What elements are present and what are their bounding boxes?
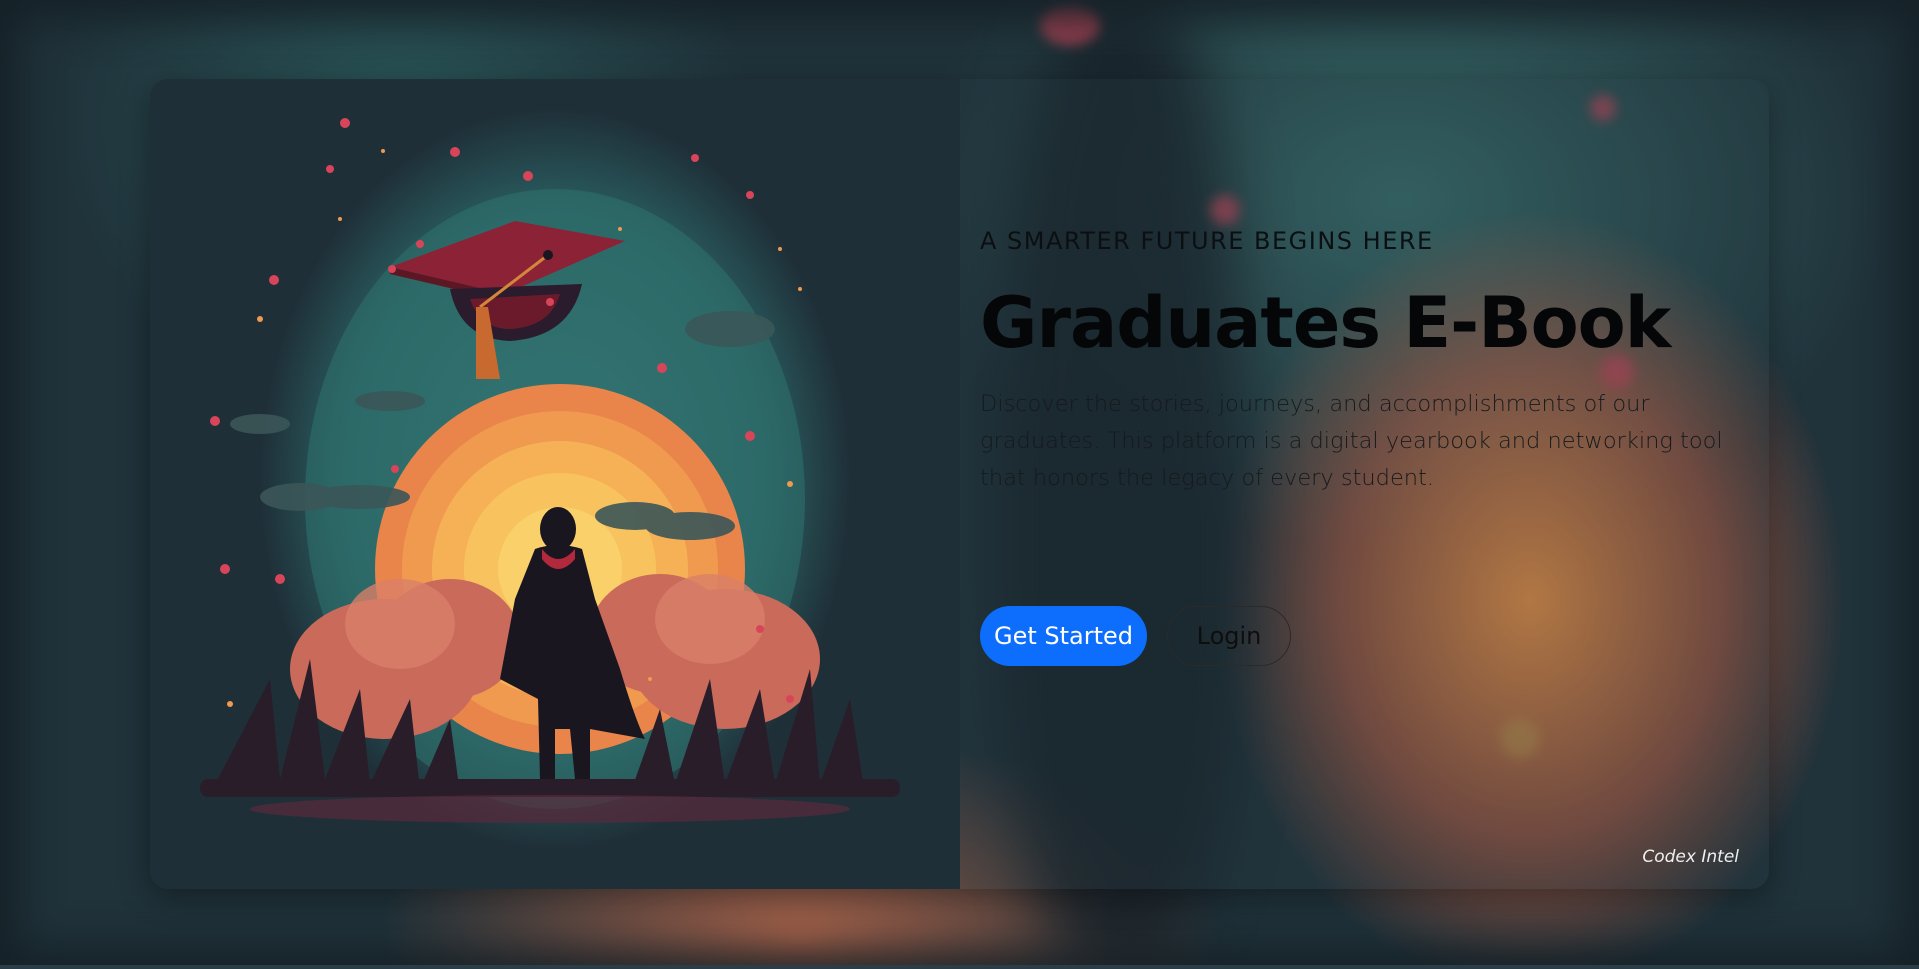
brand-label: Codex Intel: [1642, 847, 1739, 867]
illustration-panel: [150, 79, 960, 889]
hero-actions: Get Started Login: [980, 606, 1291, 666]
bottom-strip: [0, 965, 1919, 969]
get-started-button[interactable]: Get Started: [980, 606, 1147, 666]
login-button[interactable]: Login: [1167, 606, 1291, 666]
graduate-illustration: [200, 109, 900, 849]
hero-description: Discover the stories, journeys, and acco…: [980, 391, 1723, 491]
hero-tagline: A SMARTER FUTURE BEGINS HERE: [980, 227, 1434, 255]
page-title: Graduates E-Book: [980, 282, 1671, 364]
